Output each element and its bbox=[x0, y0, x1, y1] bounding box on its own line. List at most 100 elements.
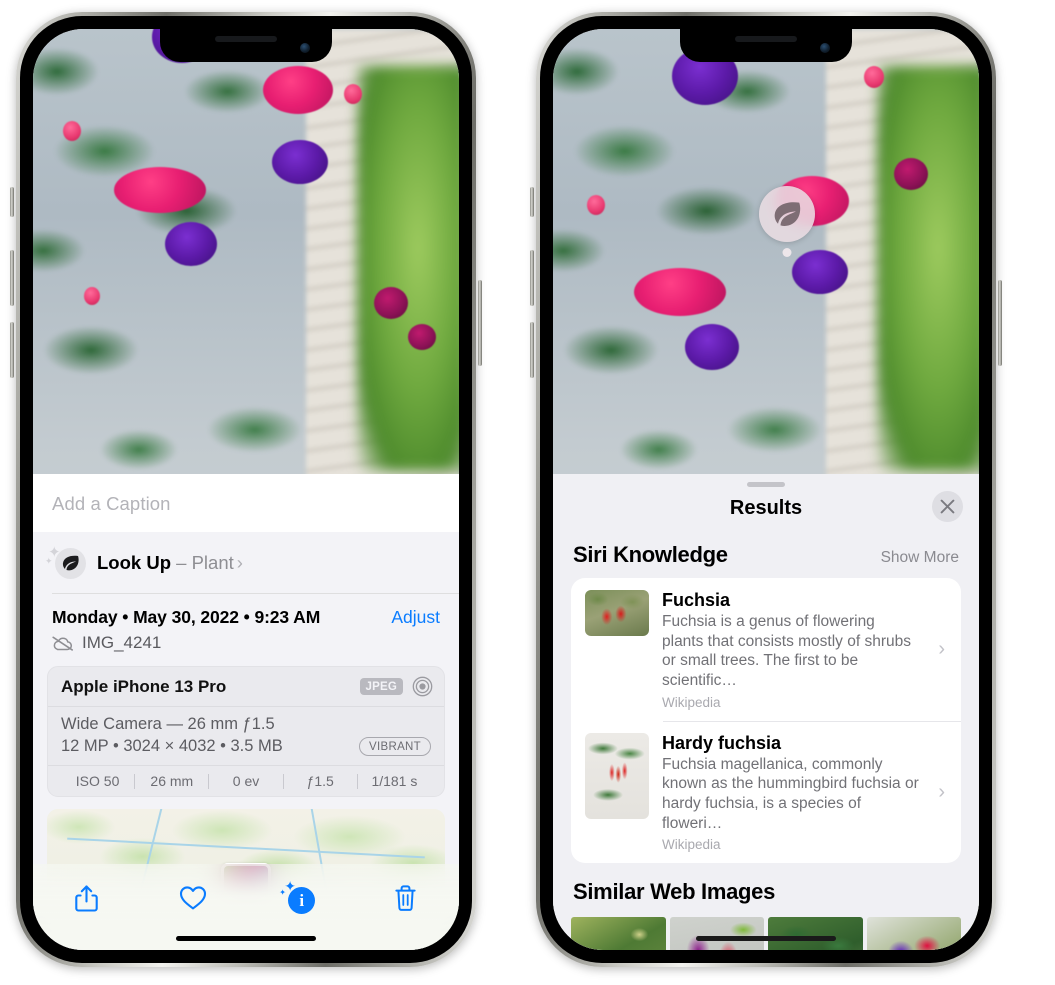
adjust-date-button[interactable]: Adjust bbox=[391, 607, 440, 628]
chevron-right-icon: › bbox=[236, 552, 243, 573]
lens-line: Wide Camera — 26 mm ƒ​1.5 bbox=[61, 715, 275, 733]
share-icon[interactable] bbox=[63, 878, 109, 918]
exif-ev: 0 ev bbox=[232, 773, 260, 789]
earpiece-speaker bbox=[215, 36, 277, 42]
info-glyph: i bbox=[288, 887, 316, 914]
result-thumbnail bbox=[585, 732, 649, 819]
result-source: Wikipedia bbox=[662, 694, 721, 710]
trash-icon[interactable] bbox=[383, 878, 429, 918]
date-row: Monday • May 30, 2022 • 9:23 AM Adjust bbox=[33, 594, 459, 628]
results-header: Results bbox=[553, 487, 979, 526]
volume-down-button[interactable] bbox=[530, 322, 534, 378]
format-badge: JPEG bbox=[359, 678, 403, 695]
favorite-heart-icon[interactable] bbox=[170, 878, 216, 918]
visual-look-up-badge[interactable] bbox=[759, 186, 815, 257]
badge-anchor-dot bbox=[782, 248, 792, 257]
similar-web-images-heading: Similar Web Images bbox=[573, 879, 776, 905]
iphone-device-left: Add a Caption ✦ ✦ Look Up – Plant › Mond… bbox=[10, 12, 482, 967]
chevron-right-icon: › bbox=[938, 781, 945, 804]
flower-bloom bbox=[113, 167, 206, 214]
front-camera-icon bbox=[820, 43, 830, 53]
flower-bud bbox=[863, 65, 884, 88]
results-sheet: Results Siri Knowledge Show More Fuchsia… bbox=[553, 474, 979, 950]
look-up-dash: – bbox=[176, 552, 187, 573]
flower-bloom bbox=[373, 286, 408, 319]
web-image-3[interactable] bbox=[768, 917, 863, 950]
exif-focal: 26 mm bbox=[150, 773, 194, 789]
home-indicator[interactable] bbox=[696, 936, 836, 941]
camera-model: Apple iPhone 13 Pro bbox=[61, 676, 227, 696]
front-camera-icon bbox=[300, 43, 310, 53]
device-notch bbox=[160, 29, 332, 62]
siri-knowledge-heading: Siri Knowledge bbox=[573, 542, 728, 567]
show-more-button[interactable]: Show More bbox=[881, 549, 959, 567]
aperture-icon[interactable] bbox=[412, 676, 433, 697]
result-thumbnail bbox=[585, 590, 649, 636]
exif-shutter: 1/181 s bbox=[371, 773, 418, 789]
flower-bloom bbox=[685, 323, 740, 370]
leaf-icon: ✦ ✦ bbox=[45, 545, 86, 580]
close-icon[interactable] bbox=[932, 491, 963, 522]
home-indicator[interactable] bbox=[176, 936, 316, 941]
camera-card-header: Apple iPhone 13 Pro JPEG bbox=[48, 667, 444, 707]
exif-row: ISO 50 26 mm 0 ev ƒ1.5 1/181 s bbox=[48, 766, 444, 796]
flower-bud bbox=[587, 194, 606, 215]
device-notch bbox=[680, 29, 852, 62]
exif-iso: ISO 50 bbox=[75, 773, 120, 789]
flower-bloom bbox=[407, 323, 436, 350]
list-item[interactable]: Fuchsia Fuchsia is a genus of flowering … bbox=[571, 578, 961, 721]
look-up-row[interactable]: ✦ ✦ Look Up – Plant › bbox=[33, 532, 459, 594]
chevron-right-icon: › bbox=[938, 638, 945, 661]
screen-left: Add a Caption ✦ ✦ Look Up – Plant › Mond… bbox=[33, 29, 459, 950]
list-item[interactable]: Hardy fuchsia Fuchsia magellanica, commo… bbox=[571, 720, 961, 864]
side-power-button[interactable] bbox=[998, 280, 1002, 366]
earpiece-speaker bbox=[735, 36, 797, 42]
flower-bud bbox=[84, 286, 101, 305]
flower-bloom bbox=[893, 157, 928, 190]
leaf-icon[interactable] bbox=[759, 186, 815, 242]
silence-switch[interactable] bbox=[10, 187, 14, 217]
volume-up-button[interactable] bbox=[10, 250, 14, 306]
screen-right: Results Siri Knowledge Show More Fuchsia… bbox=[553, 29, 979, 950]
silence-switch[interactable] bbox=[530, 187, 534, 217]
cloud-slash-icon bbox=[52, 636, 73, 651]
result-source: Wikipedia bbox=[662, 837, 721, 853]
camera-card-body: Wide Camera — 26 mm ƒ​1.5 12 MP • 3024 ×… bbox=[48, 707, 444, 766]
siri-knowledge-card: Fuchsia Fuchsia is a genus of flowering … bbox=[571, 578, 961, 864]
volume-up-button[interactable] bbox=[530, 250, 534, 306]
similar-web-images-header: Similar Web Images bbox=[553, 863, 979, 915]
device-bezel-left: Add a Caption ✦ ✦ Look Up – Plant › Mond… bbox=[20, 16, 472, 963]
side-power-button[interactable] bbox=[478, 280, 482, 366]
device-bezel-right: Results Siri Knowledge Show More Fuchsia… bbox=[540, 16, 992, 963]
flower-bloom bbox=[271, 139, 328, 184]
info-sparkle-icon[interactable]: ✦ ✦ i bbox=[276, 878, 322, 918]
sparkle-icon-small: ✦ bbox=[45, 556, 53, 566]
web-image-2[interactable] bbox=[669, 917, 764, 950]
web-image-4[interactable] bbox=[866, 917, 961, 950]
look-up-label[interactable]: Look Up – Plant › bbox=[97, 552, 243, 574]
sparkle-icon-small: ✦ bbox=[279, 888, 286, 897]
result-title: Fuchsia bbox=[662, 590, 731, 610]
specs-line: 12 MP • 3024 × 4032 • 3.5 MB bbox=[61, 737, 283, 755]
tree-canopy bbox=[356, 65, 459, 472]
photo-date: Monday • May 30, 2022 • 9:23 AM bbox=[52, 607, 321, 627]
exif-aperture: ƒ1.5 bbox=[306, 773, 334, 789]
caption-input-row[interactable]: Add a Caption bbox=[33, 474, 459, 532]
result-description: Fuchsia is a genus of flowering plants t… bbox=[662, 613, 911, 690]
flower-bloom bbox=[791, 250, 848, 295]
photographic-style-badge: VIBRANT bbox=[359, 737, 431, 756]
iphone-device-right: Results Siri Knowledge Show More Fuchsia… bbox=[530, 12, 1002, 967]
result-description: Fuchsia magellanica, commonly known as t… bbox=[662, 755, 919, 832]
volume-down-button[interactable] bbox=[10, 322, 14, 378]
look-up-subject: Plant bbox=[191, 552, 234, 573]
results-title: Results bbox=[729, 497, 803, 519]
file-row: IMG_4241 bbox=[33, 628, 459, 666]
photo-info-sheet: Add a Caption ✦ ✦ Look Up – Plant › Mond… bbox=[33, 474, 459, 950]
photo-filename: IMG_4241 bbox=[82, 633, 162, 652]
similar-web-images-strip[interactable] bbox=[553, 917, 979, 950]
tree-canopy bbox=[876, 65, 979, 472]
screenshot-stage: Add a Caption ✦ ✦ Look Up – Plant › Mond… bbox=[0, 0, 1055, 985]
caption-placeholder[interactable]: Add a Caption bbox=[52, 493, 440, 515]
camera-info-card: Apple iPhone 13 Pro JPEG Wide Camera — 2… bbox=[47, 666, 445, 797]
web-image-1[interactable] bbox=[571, 917, 666, 950]
